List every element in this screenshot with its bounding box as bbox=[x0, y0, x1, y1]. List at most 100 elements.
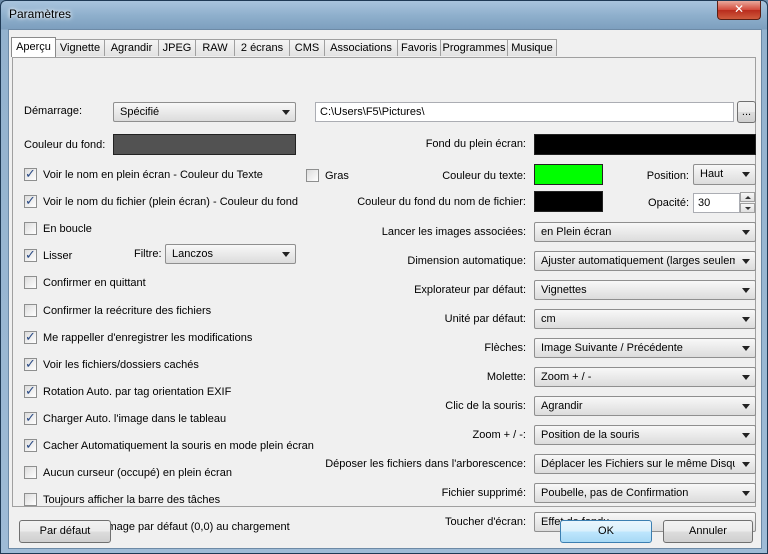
tab-9[interactable]: Programmes bbox=[440, 39, 508, 56]
folder-path-input[interactable]: C:\Users\F5\Pictures\ bbox=[315, 102, 734, 122]
bg-color-swatch[interactable] bbox=[113, 134, 296, 155]
chevron-down-icon bbox=[742, 288, 750, 293]
opacity-spinner[interactable] bbox=[740, 192, 755, 213]
startup-select[interactable]: Spécifié bbox=[113, 102, 296, 122]
settings-window: Paramètres ✕ Aperçu Vignette Agrandir JPEG R… bbox=[0, 0, 768, 554]
setting-select[interactable]: Position de la souris bbox=[534, 425, 756, 445]
filename-bg-swatch[interactable] bbox=[534, 191, 603, 212]
spin-up-icon[interactable] bbox=[740, 192, 755, 202]
opacity-input[interactable]: 30 bbox=[693, 193, 740, 213]
chevron-down-icon bbox=[742, 404, 750, 409]
option-checkbox[interactable] bbox=[24, 437, 37, 453]
tab-4[interactable]: RAW bbox=[195, 39, 235, 56]
defaults-button[interactable]: Par défaut bbox=[19, 520, 111, 543]
setting-select[interactable]: en Plein écran bbox=[534, 222, 756, 242]
fullscreen-bg-swatch[interactable] bbox=[534, 134, 756, 155]
option-label: Voir le nom en plein écran - Couleur du … bbox=[43, 169, 263, 181]
tab-1[interactable]: Vignette bbox=[55, 39, 105, 56]
option-checkbox[interactable] bbox=[24, 276, 37, 289]
setting-label: Clic de la souris: bbox=[445, 400, 526, 412]
filter-label: Filtre: bbox=[134, 248, 162, 260]
setting-label: Explorateur par défaut: bbox=[414, 284, 526, 296]
option-checkbox[interactable] bbox=[24, 222, 37, 235]
chevron-down-icon bbox=[282, 252, 290, 257]
tab-2[interactable]: Agrandir bbox=[104, 39, 159, 56]
setting-label: Zoom + / -: bbox=[472, 429, 527, 441]
setting-select[interactable]: Agrandir bbox=[534, 396, 756, 416]
tab-8[interactable]: Favoris bbox=[397, 39, 441, 56]
setting-select[interactable]: Poubelle, pas de Confirmation bbox=[534, 483, 756, 503]
option-checkbox[interactable] bbox=[24, 466, 37, 479]
option-label: Charger Auto. l'image dans le tableau bbox=[43, 413, 227, 425]
setting-select-value: Position de la souris bbox=[541, 429, 640, 441]
setting-label: Flèches: bbox=[484, 342, 526, 354]
setting-label: Molette: bbox=[486, 371, 526, 383]
ok-button[interactable]: OK bbox=[560, 520, 652, 543]
opacity-label: Opacité: bbox=[648, 197, 689, 209]
option-label: Rotation Auto. par tag orientation EXIF bbox=[43, 386, 232, 398]
tab-10[interactable]: Musique bbox=[507, 39, 557, 56]
setting-select-value: en Plein écran bbox=[541, 226, 612, 238]
setting-select[interactable]: Zoom + / - bbox=[534, 367, 756, 387]
startup-label: Démarrage: bbox=[24, 105, 83, 117]
browse-button[interactable]: ... bbox=[737, 101, 756, 123]
option-checkbox[interactable] bbox=[24, 193, 37, 209]
filename-bg-label: Couleur du fond du nom de fichier: bbox=[357, 196, 526, 208]
chevron-down-icon bbox=[282, 110, 290, 115]
option-label: Confirmer la reécriture des fichiers bbox=[43, 305, 212, 317]
setting-select-value: Poubelle, pas de Confirmation bbox=[541, 487, 689, 499]
chevron-down-icon bbox=[742, 346, 750, 351]
setting-select[interactable]: cm bbox=[534, 309, 756, 329]
option-label: Me rappeller d'enregistrer les modificat… bbox=[43, 332, 253, 344]
option-checkbox[interactable] bbox=[24, 383, 37, 399]
setting-select-value: Ajuster automatiquement (larges seuleme bbox=[541, 255, 735, 267]
chevron-down-icon bbox=[742, 230, 750, 235]
option-checkbox[interactable] bbox=[24, 356, 37, 372]
text-color-label: Couleur du texte: bbox=[442, 170, 526, 182]
setting-select-value: Zoom + / - bbox=[541, 371, 592, 383]
tab-5[interactable]: 2 écrans bbox=[234, 39, 290, 56]
option-checkbox[interactable] bbox=[24, 329, 37, 345]
option-checkbox[interactable] bbox=[24, 304, 37, 317]
option-label: Cacher Automatiquement la souris en mode… bbox=[43, 440, 314, 452]
chevron-down-icon bbox=[742, 172, 750, 177]
setting-select-value: Image Suivante / Précédente bbox=[541, 342, 683, 354]
position-select-value: Haut bbox=[700, 168, 724, 180]
option-label: Voir les fichiers/dossiers cachés bbox=[43, 359, 199, 371]
position-select[interactable]: Haut bbox=[693, 164, 756, 185]
option-checkbox[interactable] bbox=[24, 410, 37, 426]
fullscreen-bg-label: Fond du plein écran: bbox=[425, 138, 526, 150]
setting-select[interactable]: Image Suivante / Précédente bbox=[534, 338, 756, 358]
setting-label: Déposer les fichiers dans l'arborescence… bbox=[325, 458, 526, 470]
dialog-client: Aperçu Vignette Agrandir JPEG RAW 2 écrans CMS… bbox=[8, 29, 762, 549]
text-color-swatch[interactable] bbox=[534, 164, 603, 185]
chevron-down-icon bbox=[742, 462, 750, 467]
title-bar[interactable]: Paramètres ✕ bbox=[1, 1, 767, 29]
window-title: Paramètres bbox=[9, 7, 72, 21]
setting-label: Unité par défaut: bbox=[444, 313, 526, 325]
option-label: Lisser bbox=[43, 250, 73, 262]
option-label: Toujours afficher la barre des tâches bbox=[43, 494, 221, 506]
startup-select-value: Spécifié bbox=[120, 106, 160, 118]
close-button[interactable]: ✕ bbox=[717, 1, 761, 20]
bold-label: Gras bbox=[325, 170, 349, 182]
tab-7[interactable]: Associations bbox=[324, 39, 398, 56]
spin-down-icon[interactable] bbox=[740, 203, 755, 213]
option-checkbox[interactable] bbox=[24, 493, 37, 506]
setting-select-value: Agrandir bbox=[541, 400, 583, 412]
setting-select[interactable]: Déplacer les Fichiers sur le même Disque bbox=[534, 454, 756, 474]
tab-0[interactable]: Aperçu bbox=[11, 37, 56, 57]
filter-select-value: Lanczos bbox=[172, 248, 213, 260]
filter-select[interactable]: Lanczos bbox=[165, 244, 296, 264]
tab-3[interactable]: JPEG bbox=[158, 39, 196, 56]
option-checkbox[interactable] bbox=[24, 166, 37, 182]
setting-select[interactable]: Vignettes bbox=[534, 280, 756, 300]
option-checkbox[interactable] bbox=[24, 247, 37, 263]
setting-label: Dimension automatique: bbox=[407, 255, 526, 267]
setting-select-value: Vignettes bbox=[541, 284, 587, 296]
tab-6[interactable]: CMS bbox=[289, 39, 325, 56]
bold-checkbox[interactable] bbox=[306, 169, 319, 182]
setting-select[interactable]: Ajuster automatiquement (larges seuleme bbox=[534, 251, 756, 271]
chevron-down-icon bbox=[742, 491, 750, 496]
cancel-button[interactable]: Annuler bbox=[663, 520, 753, 543]
